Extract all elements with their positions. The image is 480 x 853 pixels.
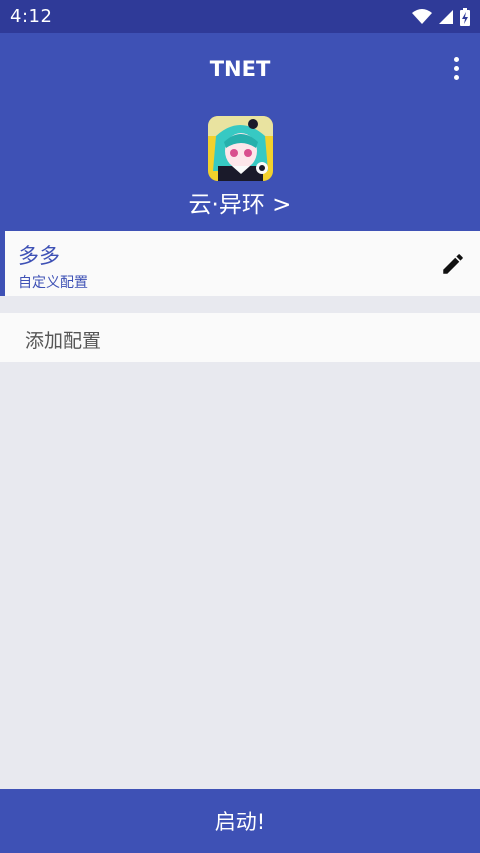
game-avatar-icon[interactable] xyxy=(208,116,273,181)
add-config-button[interactable]: 添加配置 xyxy=(0,313,480,362)
app-title: TNET xyxy=(209,57,271,81)
config-subtitle: 自定义配置 xyxy=(18,275,88,291)
status-icons xyxy=(412,7,470,26)
more-vert-icon-dot xyxy=(453,65,459,71)
config-list-item[interactable]: 多多 自定义配置 xyxy=(0,231,480,296)
more-options-button[interactable] xyxy=(448,53,464,83)
header: TNET 云·异环 > xyxy=(0,33,480,231)
status-bar: 4:12 xyxy=(0,0,480,33)
game-selector[interactable]: 云·异环 > xyxy=(0,185,480,219)
wifi-icon xyxy=(412,8,432,24)
cell-signal-icon xyxy=(439,9,453,24)
add-config-label: 添加配置 xyxy=(25,330,102,352)
more-vert-icon-dot xyxy=(453,74,459,80)
battery-charging-icon xyxy=(460,7,470,26)
status-time: 4:12 xyxy=(10,6,53,27)
more-vert-icon xyxy=(453,56,459,62)
edit-config-button[interactable] xyxy=(438,249,468,279)
start-button[interactable]: 启动! xyxy=(0,789,480,853)
pencil-icon xyxy=(443,254,463,274)
config-name: 多多 xyxy=(18,244,60,268)
app-screen: 4:12 TNET 云·异环 > 多多 自定义配置 添加配置 启动! xyxy=(0,0,480,853)
